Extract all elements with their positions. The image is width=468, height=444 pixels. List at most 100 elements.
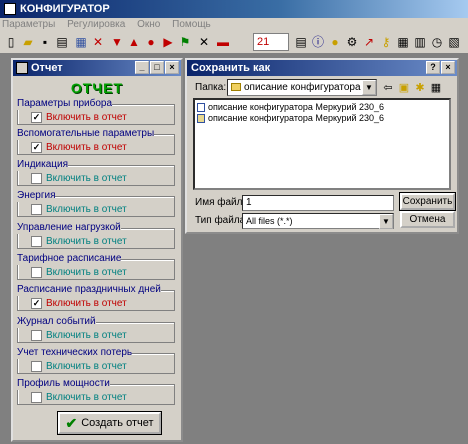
disconnect-icon[interactable]: ✕ [90, 34, 106, 50]
create-report-button[interactable]: ✔ Создать отчет [57, 411, 162, 435]
include-checkbox[interactable]: Включить в отчет [31, 330, 127, 341]
include-checkbox[interactable]: ✓ Включить в отчет [31, 298, 127, 309]
new-folder-icon[interactable]: ✱ [413, 81, 427, 95]
view-menu-icon[interactable]: ▦ [429, 81, 443, 95]
menu-parameters[interactable]: Параметры [2, 19, 55, 30]
checkbox-label: Включить в отчет [46, 112, 127, 123]
save-button[interactable]: Сохранить [399, 192, 456, 211]
report-window: Отчет _ □ × ОТЧЕТ Параметры прибора ✓ Вк… [11, 58, 183, 442]
checkbox-unchecked-icon[interactable] [31, 204, 42, 215]
print-icon[interactable]: ▤ [54, 34, 70, 50]
include-checkbox[interactable]: Включить в отчет [31, 267, 127, 278]
menu-window[interactable]: Окно [137, 19, 160, 30]
info-icon[interactable]: ⓘ [310, 34, 326, 50]
write-up-icon[interactable]: ▲ [126, 34, 142, 50]
checkbox-unchecked-icon[interactable] [31, 236, 42, 247]
checkbox-checked-icon[interactable]: ✓ [31, 298, 42, 309]
read-down-icon[interactable]: ▼ [109, 34, 125, 50]
include-checkbox[interactable]: ✓ Включить в отчет [31, 112, 127, 123]
group-label: Вспомогательные параметры [17, 128, 155, 140]
minimize-button[interactable]: _ [135, 61, 149, 74]
checkbox-label: Включить в отчет [46, 204, 127, 215]
app-icon [4, 3, 16, 15]
include-checkbox[interactable]: Включить в отчет [31, 361, 127, 372]
group-technical-losses: Учет технических потерь Включить в отчет [17, 347, 175, 374]
save-as-dialog: Сохранить как ? × Папка: описание конфиг… [185, 58, 459, 234]
filetype-label: Тип файла: [195, 215, 248, 226]
app-title: КОНФИГУРАТОР [20, 3, 110, 15]
file-name: описание конфигуратора Меркурий 230_6 [208, 102, 385, 112]
filetype-value: All files (*.*) [246, 216, 293, 226]
include-checkbox[interactable]: Включить в отчет [31, 236, 127, 247]
group-label: Профиль мощности [17, 378, 110, 390]
file-item[interactable]: описание конфигуратора Меркурий 230_6 [197, 113, 384, 124]
checkbox-label: Включить в отчет [46, 361, 127, 372]
cancel-button[interactable]: Отмена [400, 211, 455, 228]
checkbox-label: Включить в отчет [46, 173, 127, 184]
calculator-icon[interactable]: ▦ [395, 34, 411, 50]
lamp-icon[interactable]: ● [327, 34, 343, 50]
save-icon[interactable]: ▪ [37, 34, 53, 50]
save-dialog-title-bar: Сохранить как ? × [187, 60, 457, 76]
file-name: описание конфигуратора Меркурий 230_6 [208, 113, 385, 123]
group-energy: Энергия Включить в отчет [17, 190, 175, 217]
file-list[interactable]: описание конфигуратора Меркурий 230_6 оп… [193, 98, 451, 190]
toolbar: ▯ ▰ ▪ ▤ ▦ ✕ ▼ ▲ ● ▶ ⚑ ✕ ▬ 21 ▤ ⓘ ● ⚙ ↗ ⚷… [0, 32, 468, 54]
include-checkbox[interactable]: Включить в отчет [31, 173, 127, 184]
checkbox-label: Включить в отчет [46, 298, 127, 309]
checkbox-unchecked-icon[interactable] [31, 267, 42, 278]
group-auxiliary-parameters: Вспомогательные параметры ✓ Включить в о… [17, 128, 175, 155]
flag-icon[interactable]: ⚑ [177, 34, 193, 50]
folder-label: Папка: [195, 82, 227, 93]
group-label: Энергия [17, 190, 56, 202]
group-power-profile: Профиль мощности Включить в отчет [17, 378, 175, 405]
checkbox-unchecked-icon[interactable] [31, 330, 42, 341]
close-icon[interactable]: ✕ [196, 34, 212, 50]
include-checkbox[interactable]: Включить в отчет [31, 392, 127, 403]
dialog-close-button[interactable]: × [441, 61, 455, 74]
checkbox-unchecked-icon[interactable] [31, 173, 42, 184]
menu-regulation[interactable]: Регулировка [67, 19, 125, 30]
document-icon [197, 114, 205, 123]
key-icon[interactable]: ⚷ [378, 34, 394, 50]
graph-icon[interactable]: ↗ [361, 34, 377, 50]
close-button[interactable]: × [165, 61, 179, 74]
back-arrow-icon[interactable]: ⇦ [381, 81, 395, 95]
include-checkbox[interactable]: ✓ Включить в отчет [31, 142, 127, 153]
include-checkbox[interactable]: Включить в отчет [31, 204, 127, 215]
help-button[interactable]: ? [426, 61, 440, 74]
red-arrow-icon[interactable]: ▶ [160, 34, 176, 50]
checkbox-checked-icon[interactable]: ✓ [31, 112, 42, 123]
menu-help[interactable]: Помощь [172, 19, 211, 30]
report-title-bar: Отчет _ □ × [13, 60, 181, 76]
filetype-select[interactable]: All files (*.*) ▼ [242, 213, 394, 229]
filename-input[interactable]: 1 [242, 195, 394, 211]
create-report-label: Создать отчет [81, 417, 154, 429]
checkbox-label: Включить в отчет [46, 236, 127, 247]
checkbox-unchecked-icon[interactable] [31, 361, 42, 372]
maximize-button[interactable]: □ [150, 61, 164, 74]
group-label: Параметры прибора [17, 98, 113, 110]
device-icon[interactable]: ▦ [73, 34, 89, 50]
chevron-down-icon[interactable]: ▼ [362, 80, 376, 95]
window-icon [16, 62, 28, 74]
new-file-icon[interactable]: ▯ [3, 34, 19, 50]
open-file-icon[interactable]: ▰ [20, 34, 36, 50]
checkbox-checked-icon[interactable]: ✓ [31, 142, 42, 153]
folder-select[interactable]: описание конфигуратора ▼ [227, 79, 377, 96]
table-icon[interactable]: ▥ [412, 34, 428, 50]
chart-icon[interactable]: ▧ [446, 34, 462, 50]
checkbox-unchecked-icon[interactable] [31, 392, 42, 403]
checkbox-label: Включить в отчет [46, 330, 127, 341]
stop-icon[interactable]: ● [143, 34, 159, 50]
list-icon[interactable]: ▤ [293, 34, 309, 50]
chevron-down-icon[interactable]: ▼ [379, 214, 393, 229]
file-item[interactable]: описание конфигуратора Меркурий 230_6 [197, 102, 384, 113]
folder-value: описание конфигуратора [244, 82, 361, 93]
up-folder-icon[interactable]: ▣ [397, 81, 411, 95]
settings-icon[interactable]: ⚙ [344, 34, 360, 50]
group-label: Тарифное расписание [17, 253, 122, 265]
eraser-icon[interactable]: ▬ [215, 34, 231, 50]
toolbar-value-field[interactable]: 21 [253, 33, 289, 51]
clock-icon[interactable]: ◷ [429, 34, 445, 50]
